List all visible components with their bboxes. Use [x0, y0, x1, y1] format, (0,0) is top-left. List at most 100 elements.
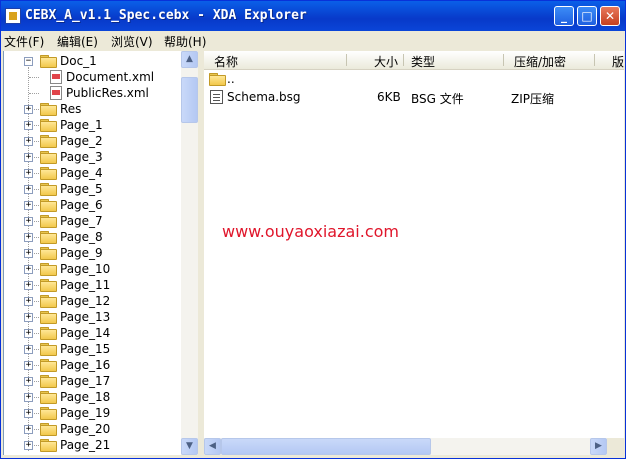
tree-item-folder[interactable]: Page_17 [60, 374, 110, 388]
app-icon [5, 8, 21, 24]
expand-toggle[interactable]: + [24, 137, 33, 146]
expand-toggle[interactable]: + [24, 121, 33, 130]
expand-toggle[interactable]: + [24, 345, 33, 354]
folder-icon [40, 263, 57, 276]
menu-view[interactable]: 浏览(V) [111, 33, 153, 50]
column-header-compress[interactable]: 压缩/加密 [514, 53, 566, 70]
expand-toggle[interactable]: + [24, 409, 33, 418]
row-name: .. [227, 72, 235, 86]
tree-item-folder[interactable]: Page_10 [60, 262, 110, 276]
scroll-up-button[interactable]: ▲ [181, 51, 198, 68]
folder-icon [40, 167, 57, 180]
folder-tree[interactable]: − Doc_1 Document.xml PublicRes.xml + Res + Page… [3, 51, 182, 455]
folder-icon [40, 327, 57, 340]
title-bar[interactable]: CEBX_A_v1.1_Spec.cebx - XDA Explorer _ □… [1, 1, 625, 31]
folder-icon [40, 231, 57, 244]
expand-toggle[interactable]: + [24, 377, 33, 386]
expand-toggle[interactable]: + [24, 185, 33, 194]
close-button[interactable]: ✕ [600, 6, 620, 26]
expand-toggle[interactable]: + [24, 153, 33, 162]
row-type: BSG 文件 [411, 92, 464, 106]
column-separator[interactable] [503, 54, 504, 66]
expand-toggle[interactable]: + [24, 233, 33, 242]
tree-item-root[interactable]: Doc_1 [60, 54, 97, 68]
folder-icon [40, 247, 57, 260]
expand-toggle[interactable]: + [24, 329, 33, 338]
tree-item-folder[interactable]: Page_12 [60, 294, 110, 308]
tree-item-folder[interactable]: Page_2 [60, 134, 103, 148]
tree-item-folder[interactable]: Page_3 [60, 150, 103, 164]
expand-toggle[interactable]: + [24, 249, 33, 258]
column-header-size[interactable]: 大小 [374, 53, 398, 70]
tree-item-folder[interactable]: Page_8 [60, 230, 103, 244]
column-separator[interactable] [594, 54, 595, 66]
tree-item-file[interactable]: Document.xml [66, 70, 154, 84]
tree-item-folder[interactable]: Page_16 [60, 358, 110, 372]
expand-toggle[interactable]: + [24, 313, 33, 322]
pane-splitter[interactable] [198, 51, 203, 455]
tree-item-folder[interactable]: Page_21 [60, 438, 110, 452]
expand-toggle[interactable]: + [24, 441, 33, 450]
maximize-button[interactable]: □ [577, 6, 597, 26]
tree-item-folder[interactable]: Page_5 [60, 182, 103, 196]
expand-toggle[interactable]: + [24, 105, 33, 114]
menu-bar: 文件(F) 编辑(E) 浏览(V) 帮助(H) [1, 31, 625, 49]
expand-toggle[interactable]: + [24, 425, 33, 434]
expand-toggle[interactable]: + [24, 393, 33, 402]
expand-toggle[interactable]: + [24, 265, 33, 274]
tree-item-folder[interactable]: Res [60, 102, 81, 116]
tree-item-file[interactable]: PublicRes.xml [66, 86, 149, 100]
file-list[interactable]: 名称 大小 类型 压缩/加密 版 .. Schema.bsg 6KB BSG 文… [204, 51, 624, 455]
folder-icon [40, 183, 57, 196]
expand-toggle[interactable]: + [24, 297, 33, 306]
list-horizontal-scrollbar[interactable]: ◀ ▶ [204, 438, 624, 455]
folder-icon [40, 359, 57, 372]
expand-toggle[interactable]: + [24, 201, 33, 210]
folder-icon [40, 279, 57, 292]
tree-branch-line [29, 77, 39, 78]
tree-item-folder[interactable]: Page_20 [60, 422, 110, 436]
column-separator[interactable] [346, 54, 347, 66]
app-window: CEBX_A_v1.1_Spec.cebx - XDA Explorer _ □… [0, 0, 626, 459]
collapse-toggle[interactable]: − [24, 57, 33, 66]
tree-item-folder[interactable]: Page_18 [60, 390, 110, 404]
column-header-name[interactable]: 名称 [214, 53, 238, 70]
expand-toggle[interactable]: + [24, 361, 33, 370]
scroll-right-button[interactable]: ▶ [590, 438, 607, 455]
expand-toggle[interactable]: + [24, 217, 33, 226]
tree-item-folder[interactable]: Page_15 [60, 342, 110, 356]
row-size: 6KB [377, 90, 401, 104]
tree-item-folder[interactable]: Page_14 [60, 326, 110, 340]
tree-item-folder[interactable]: Page_1 [60, 118, 103, 132]
column-header-type[interactable]: 类型 [411, 53, 435, 70]
tree-item-folder[interactable]: Page_7 [60, 214, 103, 228]
menu-edit[interactable]: 编辑(E) [57, 33, 98, 50]
list-row-parent[interactable]: .. [204, 71, 624, 87]
tree-item-folder[interactable]: Page_19 [60, 406, 110, 420]
expand-toggle[interactable]: + [24, 169, 33, 178]
bsg-file-icon [210, 90, 223, 104]
column-separator[interactable] [403, 54, 404, 66]
folder-icon [40, 343, 57, 356]
horizontal-scroll-thumb[interactable] [221, 438, 431, 455]
column-header-version[interactable]: 版 [612, 53, 624, 70]
scroll-left-button[interactable]: ◀ [204, 438, 221, 455]
menu-help[interactable]: 帮助(H) [164, 33, 206, 50]
folder-icon [40, 391, 57, 404]
list-row-schema[interactable]: Schema.bsg 6KB BSG 文件 ZIP压缩 [204, 89, 624, 106]
scroll-down-button[interactable]: ▼ [181, 438, 198, 455]
tree-item-folder[interactable]: Page_11 [60, 278, 110, 292]
tree-item-folder[interactable]: Page_4 [60, 166, 103, 180]
expand-toggle[interactable]: + [24, 281, 33, 290]
minimize-button[interactable]: _ [554, 6, 574, 26]
tree-item-folder[interactable]: Page_13 [60, 310, 110, 324]
watermark-text: www.ouyaoxiazai.com [222, 222, 399, 241]
menu-file[interactable]: 文件(F) [4, 33, 44, 50]
scroll-thumb[interactable] [181, 77, 198, 123]
window-title: CEBX_A_v1.1_Spec.cebx - XDA Explorer [25, 8, 307, 23]
tree-item-folder[interactable]: Page_9 [60, 246, 103, 260]
tree-item-folder[interactable]: Page_6 [60, 198, 103, 212]
size-grip[interactable] [607, 438, 624, 455]
tree-vertical-scrollbar[interactable]: ▲ ▼ [181, 51, 198, 455]
row-name: Schema.bsg [227, 90, 301, 104]
